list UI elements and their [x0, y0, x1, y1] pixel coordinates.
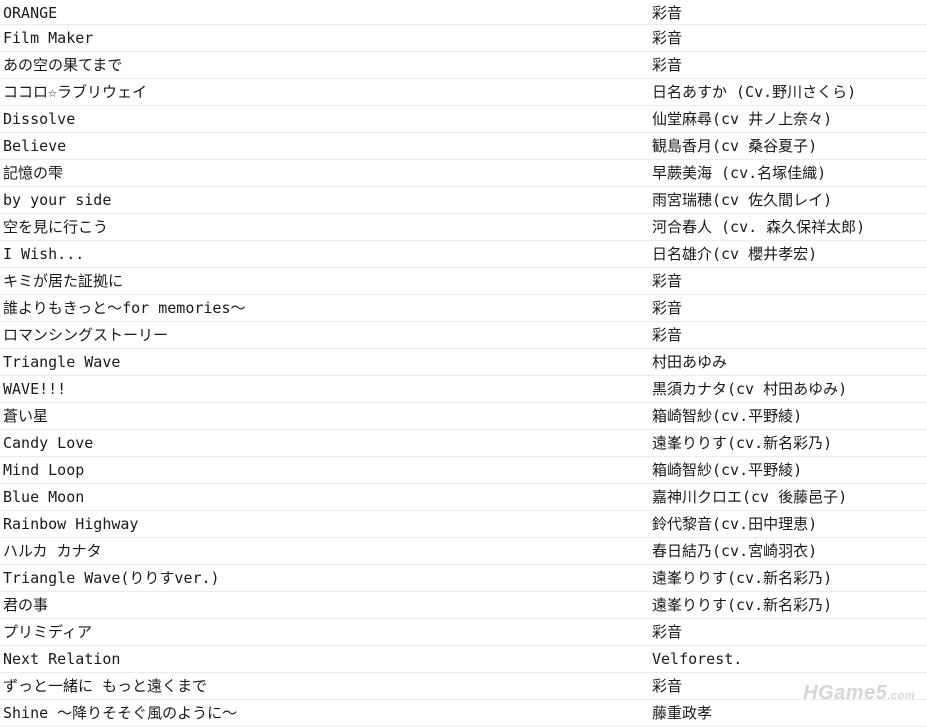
song-title-cell: プリミディア: [3, 623, 92, 641]
artist-cell: 彩音: [652, 29, 683, 47]
song-title-cell: あの空の果てまで: [3, 56, 123, 74]
artist-cell: 早蕨美海 (cv.名塚佳織): [652, 164, 827, 182]
artist-cell: 彩音: [652, 677, 683, 695]
table-row: by your side 雨宮瑞穂(cv 佐久間レイ): [0, 187, 927, 214]
song-title-cell: 空を見に行こう: [3, 218, 109, 236]
watermark-main: HGame5: [803, 682, 888, 704]
table-row: 空を見に行こう 河合春人 (cv. 森久保祥太郎): [0, 214, 927, 241]
table-row: ずっと一緒に もっと遠くまで 彩音: [0, 673, 927, 700]
song-title-cell: 誰よりもきっと～for memories～: [3, 299, 246, 317]
table-row: I Wish... 日名雄介(cv 櫻井孝宏): [0, 241, 927, 268]
artist-cell: 春日結乃(cv.宮崎羽衣): [652, 542, 818, 560]
song-title-cell: I Wish...: [3, 245, 85, 263]
watermark-suffix: .com: [887, 690, 915, 702]
song-title-cell: キミが居た証拠に: [3, 272, 124, 290]
table-row: ココロ☆ラブリウェイ 日名あすか (Cv.野川さくら): [0, 79, 927, 106]
table-row: 記憶の雫 早蕨美海 (cv.名塚佳織): [0, 160, 927, 187]
table-row: Blue Moon 嘉神川クロエ(cv 後藤邑子): [0, 484, 927, 511]
column-divider: [645, 0, 646, 719]
artist-cell: 日名雄介(cv 櫻井孝宏): [652, 245, 818, 263]
song-title-cell: Film Maker: [3, 29, 94, 47]
table-row: Rainbow Highway 鈴代黎音(cv.田中理恵): [0, 511, 927, 538]
artist-cell: 黒須カナタ(cv 村田あゆみ): [652, 380, 848, 398]
artist-cell: Velforest.: [652, 650, 743, 668]
song-title-cell: Next Relation: [3, 650, 121, 668]
artist-cell: 彩音: [652, 272, 683, 290]
song-title-cell: Mind Loop: [3, 461, 85, 479]
song-title-cell: ココロ☆ラブリウェイ: [3, 83, 148, 101]
table-row: 誰よりもきっと～for memories～ 彩音: [0, 295, 927, 322]
song-title-cell: Candy Love: [3, 434, 94, 452]
song-title-cell: ハルカ カナタ: [3, 542, 102, 560]
song-title-cell: 君の事: [3, 596, 49, 614]
artist-cell: 河合春人 (cv. 森久保祥太郎): [652, 218, 866, 236]
song-title-cell: Rainbow Highway: [3, 515, 139, 533]
table-row: Dissolve 仙堂麻尋(cv 井ノ上奈々): [0, 106, 927, 133]
song-title-cell: ずっと一緒に もっと遠くまで: [3, 677, 208, 695]
artist-cell: 日名あすか (Cv.野川さくら): [652, 83, 857, 101]
song-title-cell: Triangle Wave: [3, 353, 121, 371]
artist-cell: 箱崎智紗(cv.平野綾): [652, 461, 803, 479]
artist-cell: 雨宮瑞穂(cv 佐久間レイ): [652, 191, 833, 209]
song-title-cell: ORANGE: [3, 4, 58, 22]
table-row: プリミディア 彩音: [0, 619, 927, 646]
artist-cell: 村田あゆみ: [652, 353, 728, 371]
table-row: ハルカ カナタ 春日結乃(cv.宮崎羽衣): [0, 538, 927, 565]
table-row: 君の事 遠峯りりす(cv.新名彩乃): [0, 592, 927, 619]
artist-cell: 箱崎智紗(cv.平野綾): [652, 407, 803, 425]
table-row: キミが居た証拠に 彩音: [0, 268, 927, 295]
artist-cell: 彩音: [652, 299, 683, 317]
song-table: ORANGE 彩音 Film Maker 彩音 あの空の果てまで 彩音 ココロ☆ラブリウェイ…: [0, 0, 927, 727]
table-row: Candy Love 遠峯りりす(cv.新名彩乃): [0, 430, 927, 457]
song-title-cell: Believe: [3, 137, 67, 155]
table-row: Triangle Wave 村田あゆみ: [0, 349, 927, 376]
song-title-cell: by your side: [3, 191, 112, 209]
table-row: Next Relation Velforest.: [0, 646, 927, 673]
artist-cell: 仙堂麻尋(cv 井ノ上奈々): [652, 110, 833, 128]
artist-cell: 遠峯りりす(cv.新名彩乃): [652, 569, 833, 587]
table-row: WAVE!!! 黒須カナタ(cv 村田あゆみ): [0, 376, 927, 403]
table-row: あの空の果てまで 彩音: [0, 52, 927, 79]
table-row: Mind Loop 箱崎智紗(cv.平野綾): [0, 457, 927, 484]
artist-cell: 彩音: [652, 4, 683, 22]
artist-cell: 遠峯りりす(cv.新名彩乃): [652, 434, 833, 452]
song-title-cell: ロマンシングストーリー: [3, 326, 169, 344]
artist-cell: 彩音: [652, 623, 683, 641]
artist-cell: 彩音: [652, 326, 683, 344]
artist-cell: 鈴代黎音(cv.田中理恵): [652, 515, 818, 533]
artist-cell: 彩音: [652, 56, 683, 74]
song-title-cell: 蒼い星: [3, 407, 49, 425]
table-row: ロマンシングストーリー 彩音: [0, 322, 927, 349]
song-title-cell: WAVE!!!: [3, 380, 67, 398]
artist-cell: 藤重政孝: [652, 704, 713, 722]
table-row: Believe 観島香月(cv 桑谷夏子): [0, 133, 927, 160]
table-row: Triangle Wave(りりすver.) 遠峯りりす(cv.新名彩乃): [0, 565, 927, 592]
song-title-cell: 記憶の雫: [3, 164, 64, 182]
artist-cell: 観島香月(cv 桑谷夏子): [652, 137, 818, 155]
artist-cell: 遠峯りりす(cv.新名彩乃): [652, 596, 833, 614]
table-row: ORANGE 彩音: [0, 0, 927, 25]
table-row: Shine ～降りそそぐ風のように～ 藤重政孝: [0, 700, 927, 727]
song-title-cell: Shine ～降りそそぐ風のように～: [3, 704, 238, 722]
table-row: 蒼い星 箱崎智紗(cv.平野綾): [0, 403, 927, 430]
watermark-logo: HGame5.com: [803, 682, 915, 705]
table-row: Film Maker 彩音: [0, 25, 927, 52]
artist-cell: 嘉神川クロエ(cv 後藤邑子): [652, 488, 848, 506]
song-title-cell: Blue Moon: [3, 488, 85, 506]
song-title-cell: Dissolve: [3, 110, 76, 128]
song-title-cell: Triangle Wave(りりすver.): [3, 569, 220, 587]
